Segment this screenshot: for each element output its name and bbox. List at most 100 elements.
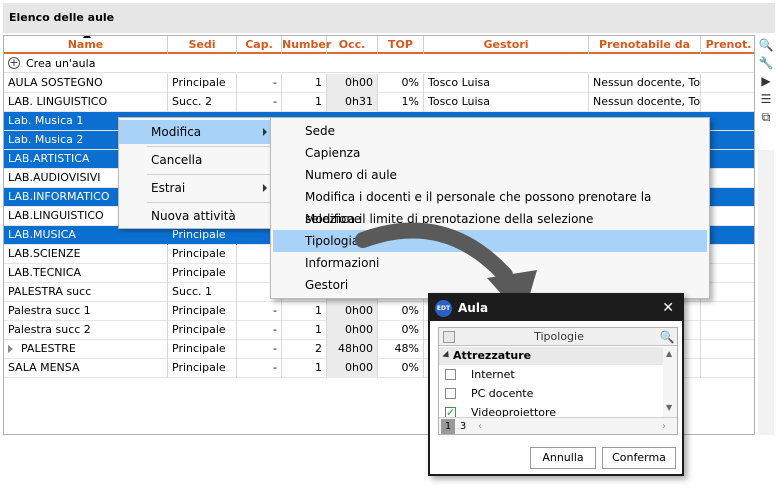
submenu-item-sede[interactable]: Sede [273, 120, 707, 142]
cell-text: 0h00 [345, 361, 373, 374]
page-button[interactable]: 3 [456, 419, 470, 434]
cell-text: - [273, 76, 277, 89]
submenu-item-numero[interactable]: Numero di aule [273, 164, 707, 186]
chevron-down-icon[interactable]: ▼ [666, 403, 672, 412]
cell-text: Palestra succ 2 [8, 323, 91, 336]
menu-item-label: Estrai [151, 181, 186, 195]
aula-dialog: EDT Aula ✕ Tipologie 🔍 Attrezzature Inte… [428, 293, 684, 476]
menu-item-cancella[interactable]: Cancella [119, 148, 273, 172]
page-button[interactable]: 1 [441, 419, 455, 434]
cell-text: 1 [315, 95, 322, 108]
menu-item-modifica[interactable]: Modifica [119, 120, 273, 144]
cell-text: Principale [172, 323, 226, 336]
search-icon[interactable]: 🔍 [659, 329, 675, 345]
checkbox-checked[interactable] [445, 403, 456, 417]
col-prenot[interactable]: Prenot. [701, 36, 754, 54]
cell-num: 2 [282, 340, 327, 359]
chevron-right-icon [263, 184, 267, 192]
cell-sede: Principale [168, 302, 237, 321]
col-cap[interactable]: Cap. [237, 36, 282, 54]
side-toolbar: 🔍 🔧 ▶ ☰ ⧉ [756, 35, 776, 145]
cell-text: LAB.SCIENZE [8, 247, 81, 260]
checkbox[interactable] [445, 369, 456, 380]
cell-prenot [701, 340, 754, 359]
checkbox[interactable] [445, 388, 456, 399]
wrench-icon[interactable]: 🔧 [758, 55, 774, 71]
cell-text: 0% [401, 361, 419, 374]
expand-triangle-icon[interactable] [8, 345, 13, 353]
create-room-row[interactable]: + Crea un'aula [4, 55, 754, 73]
create-room-label: Crea un'aula [26, 57, 96, 70]
cancel-button[interactable]: Annulla [530, 447, 596, 469]
cell-top: 0% [378, 359, 424, 378]
vertical-scrollbar[interactable] [758, 150, 774, 435]
cell-text: - [273, 342, 277, 355]
cell-name: PALESTRA succ [4, 283, 168, 302]
plus-icon: + [8, 56, 20, 69]
cell-text: - [273, 95, 277, 108]
group-label: Attrezzature [453, 349, 532, 362]
cell-text: PALESTRE [21, 342, 76, 355]
cell-text: Palestra succ 1 [8, 304, 91, 317]
play-icon[interactable]: ▶ [758, 73, 774, 89]
option-label: Internet [471, 368, 515, 381]
col-gestori[interactable]: Gestori [424, 36, 589, 54]
cell-prenot [701, 302, 754, 321]
option-pc-docente[interactable]: PC docente [439, 384, 663, 403]
table-row[interactable]: AULA SOSTEGNO Principale - 1 0h00 0% Tosco Lui… [4, 74, 754, 93]
cell-cap: - [237, 359, 282, 378]
cell-occ: 48h00 [327, 340, 378, 359]
search-icon[interactable]: 🔍 [758, 37, 774, 53]
cell-name: Palestra succ 1 [4, 302, 168, 321]
cell-text: Principale [172, 76, 226, 89]
dialog-title: Aula [458, 301, 489, 315]
cell-pren: Nessun docente, Tos [589, 74, 701, 93]
submenu-item-capienza[interactable]: Capienza [273, 142, 707, 164]
menu-item-estrai[interactable]: Estrai [119, 176, 273, 200]
cell-cap: - [237, 340, 282, 359]
cell-text: 2 [315, 342, 322, 355]
cell-num: 1 [282, 302, 327, 321]
cell-sede: Succ. 2 [168, 93, 237, 112]
cell-cap: - [237, 321, 282, 340]
cell-text: Principale [172, 304, 226, 317]
col-top[interactable]: TOP [378, 36, 424, 54]
copy-icon[interactable]: ⧉ [758, 109, 774, 125]
option-videoproiettore[interactable]: Videoproiettore [439, 403, 663, 417]
submenu-item-docenti[interactable]: Modifica i docenti e il personale che po… [273, 186, 707, 226]
cell-text: 48h00 [338, 342, 373, 355]
cell-text: Lab. Musica 2 [8, 133, 84, 146]
cell-occ: 0h31 [327, 93, 378, 112]
chevron-up-icon[interactable]: ▲ [666, 349, 672, 358]
cell-name: LAB.TECNICA [4, 264, 168, 283]
cell-text: AULA SOSTEGNO [8, 76, 103, 89]
close-icon[interactable]: ✕ [662, 295, 674, 321]
select-all-checkbox[interactable] [443, 331, 455, 343]
expand-triangle-icon [442, 350, 452, 361]
cell-text: 1 [315, 304, 322, 317]
chevron-left-icon[interactable]: ‹ [473, 419, 487, 434]
cell-text: LAB.LINGUISTICO [8, 209, 104, 222]
col-name[interactable]: Name [4, 36, 168, 54]
menu-item-nuova-attivita[interactable]: Nuova attività [119, 204, 273, 228]
cell-text: 1 [315, 361, 322, 374]
col-occ[interactable]: Occ. [327, 36, 378, 54]
cell-text: Tosco Luisa [428, 76, 491, 89]
cell-num: 1 [282, 93, 327, 112]
list-scrollbar[interactable]: ▲ ▼ [663, 347, 677, 417]
cell-num: 1 [282, 359, 327, 378]
cell-text: LAB.MUSICA [8, 228, 76, 241]
col-number[interactable]: Number [282, 36, 331, 54]
group-attrezzature[interactable]: Attrezzature [439, 347, 663, 365]
table-row[interactable]: LAB. LINGUISTICO Succ. 2 - 1 0h31 1% Tosco Lui… [4, 93, 754, 112]
col-sedi[interactable]: Sedi [168, 36, 237, 54]
chevron-right-icon[interactable]: › [657, 419, 671, 434]
dialog-title-bar: EDT Aula ✕ [430, 295, 682, 321]
list-menu-icon[interactable]: ☰ [758, 91, 774, 107]
confirm-button[interactable]: Conferma [602, 447, 676, 469]
pager: 1 3 ‹ › [439, 417, 677, 434]
cell-text: Principale [172, 361, 226, 374]
option-internet[interactable]: Internet [439, 365, 663, 384]
cell-prenot [701, 321, 754, 340]
col-prenotabile[interactable]: Prenotabile da [589, 36, 701, 54]
